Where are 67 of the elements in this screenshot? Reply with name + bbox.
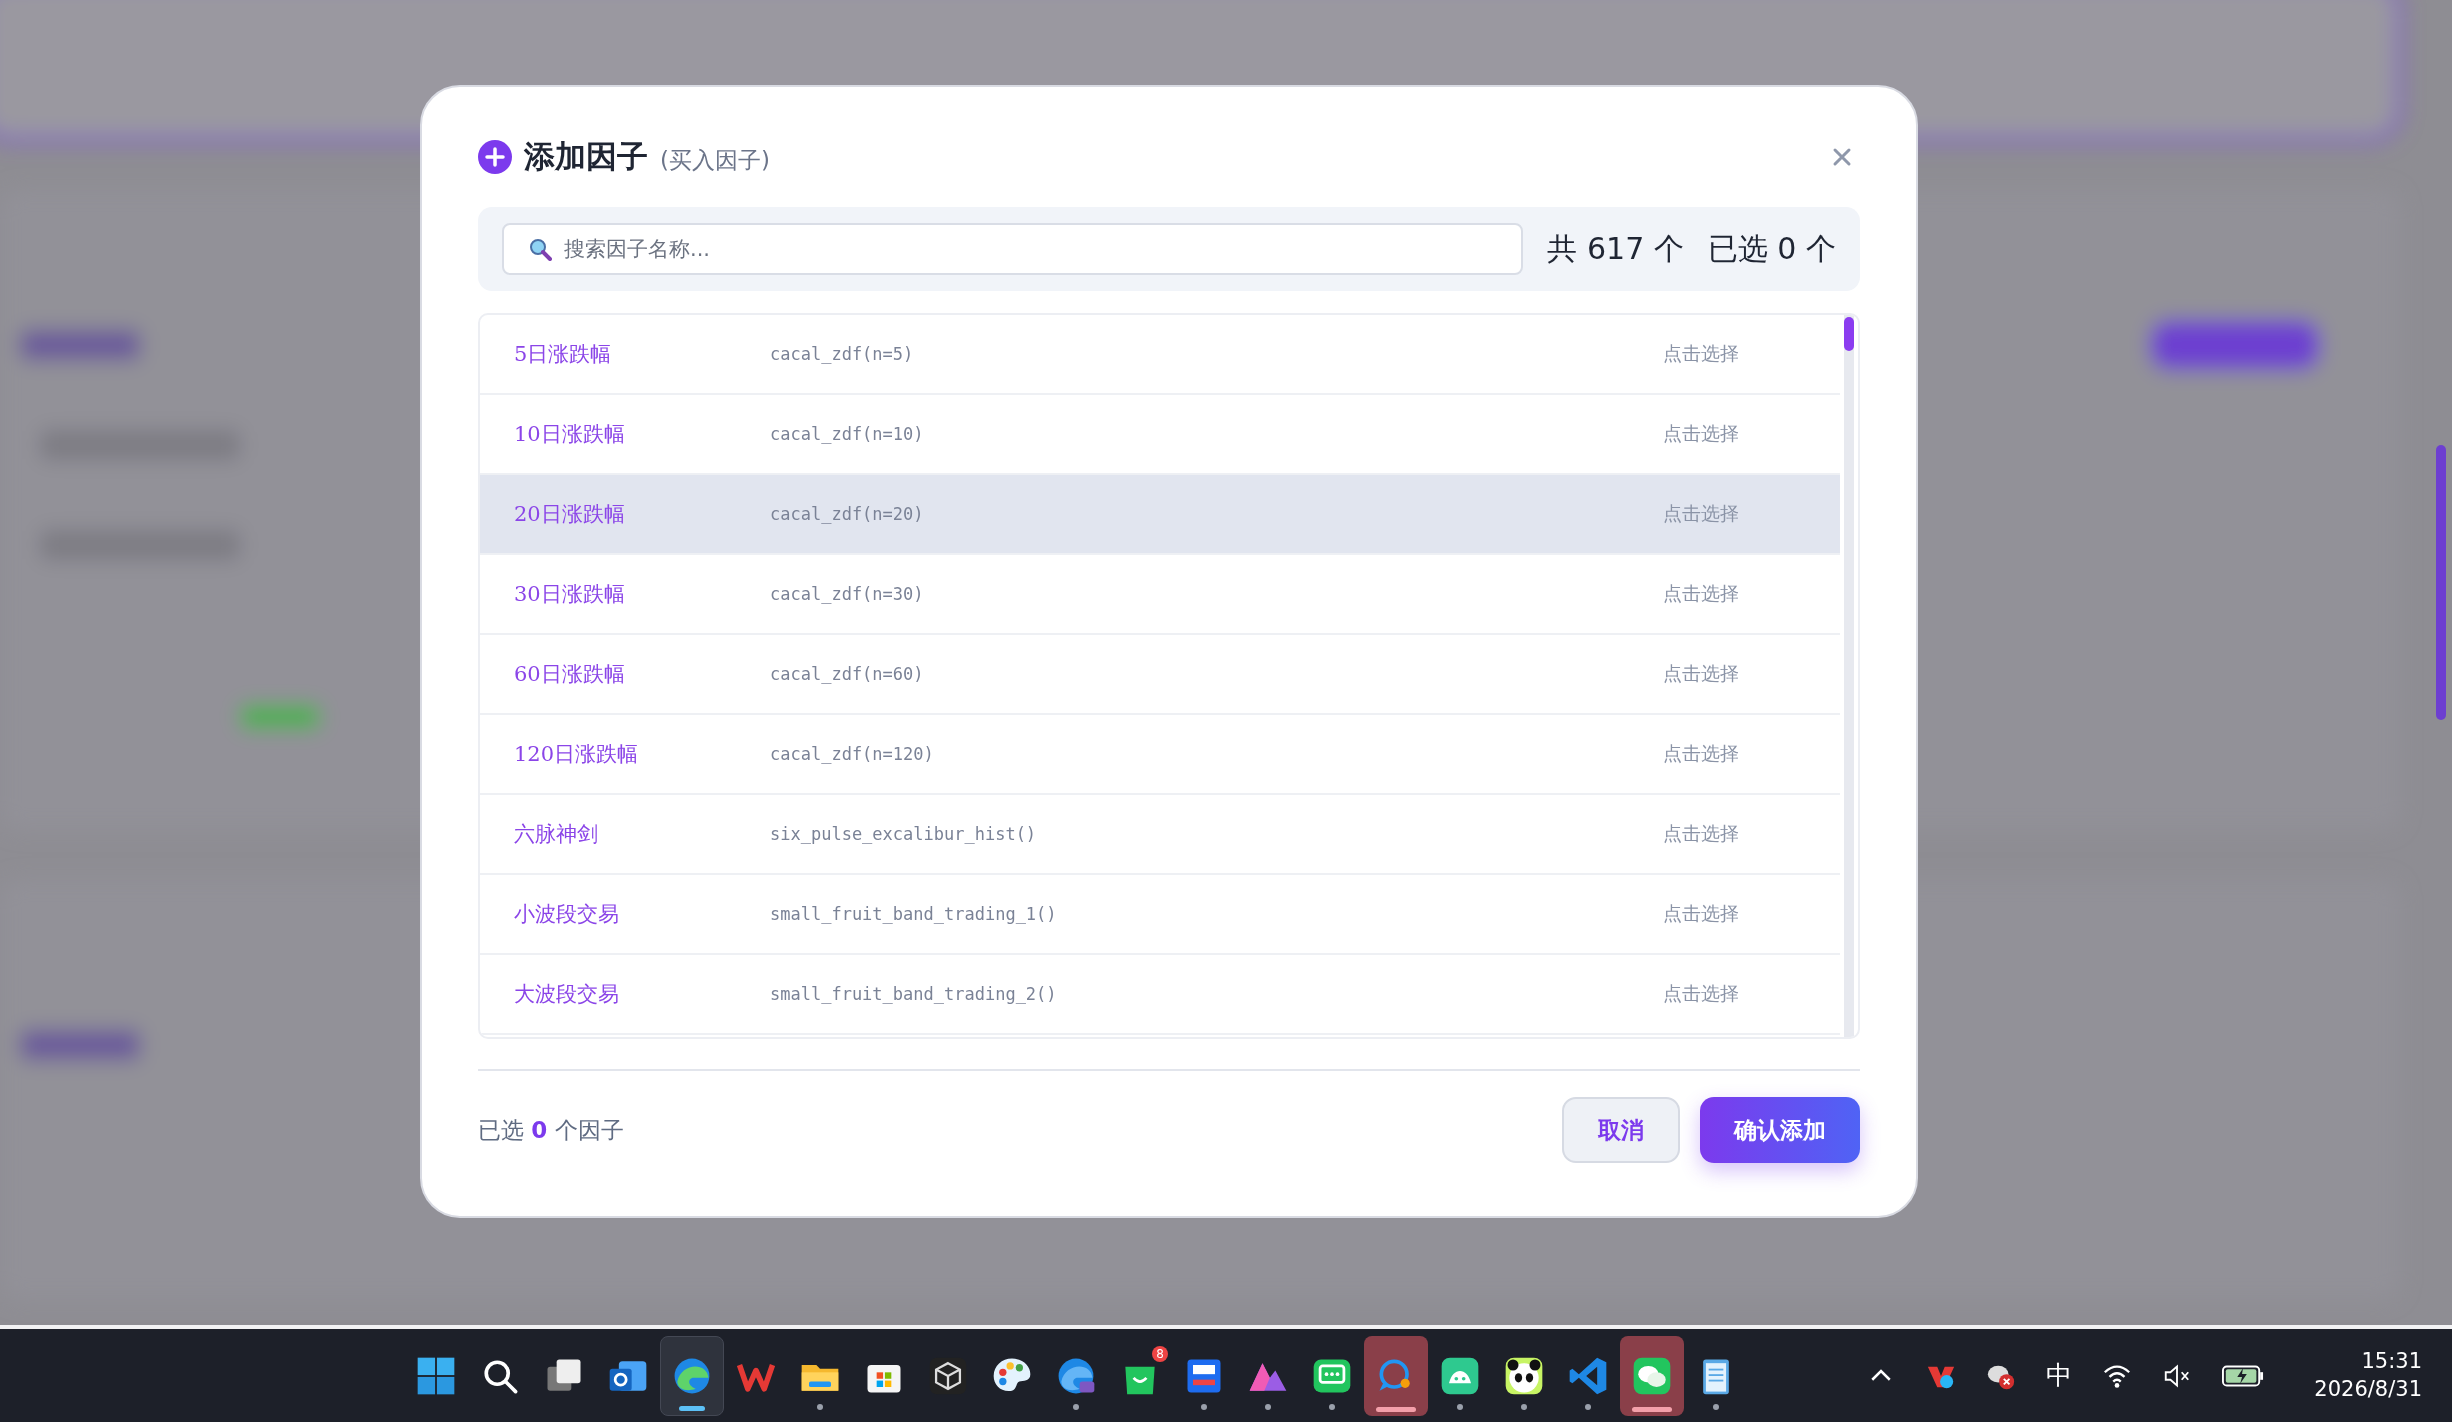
active-indicator	[1632, 1406, 1672, 1412]
running-dot	[1521, 1403, 1527, 1410]
active-indicator	[679, 1405, 705, 1411]
cancel-button[interactable]: 取消	[1562, 1097, 1680, 1163]
factor-code: small_fruit_band_trading_1()	[770, 904, 1058, 924]
factor-code: cacal_zdf(n=5)	[770, 344, 915, 364]
selected-count: 已选 0 个	[1707, 229, 1836, 268]
factor-row[interactable]: 小波段交易 small_fruit_band_trading_1() 点击选择	[480, 875, 1840, 955]
clock[interactable]: 15:31 2026/8/31	[2314, 1348, 2422, 1403]
clock-time: 15:31	[2361, 1348, 2422, 1376]
running-dot	[1073, 1403, 1079, 1410]
plus-icon	[478, 140, 512, 174]
select-link[interactable]: 点击选择	[1663, 741, 1739, 767]
factor-row[interactable]: 大波段交易 small_fruit_band_trading_2() 点击选择	[480, 955, 1840, 1035]
running-dot	[1201, 1403, 1207, 1410]
factor-name: 120日涨跌幅	[514, 741, 640, 768]
close-icon[interactable]	[1832, 147, 1852, 167]
select-link[interactable]: 点击选择	[1663, 821, 1739, 847]
running-dot	[1265, 1403, 1271, 1410]
factor-name: 10日涨跌幅	[514, 421, 626, 448]
factor-name: 大波段交易	[514, 981, 620, 1008]
factor-name: 60日涨跌幅	[514, 661, 626, 688]
total-count: 共 617 个	[1547, 229, 1684, 268]
running-dot	[1585, 1403, 1591, 1410]
scrollbar-thumb[interactable]	[1844, 317, 1854, 351]
select-link[interactable]: 点击选择	[1663, 661, 1739, 687]
factor-row[interactable]: 六脉神剑 six_pulse_excalibur_hist() 点击选择	[480, 795, 1840, 875]
factor-row[interactable]: 120日涨跌幅 cacal_zdf(n=120) 点击选择	[480, 715, 1840, 795]
running-dot	[1329, 1403, 1335, 1410]
factor-code: cacal_zdf(n=20)	[770, 504, 925, 524]
factor-row[interactable]: 30日涨跌幅 cacal_zdf(n=30) 点击选择	[480, 555, 1840, 635]
factor-name: 小波段交易	[514, 901, 620, 928]
factor-row[interactable]: 20日涨跌幅 cacal_zdf(n=20) 点击选择	[480, 475, 1840, 555]
dialog-title: 添加因子	[524, 137, 648, 176]
select-link[interactable]: 点击选择	[1663, 581, 1739, 607]
factor-name: 20日涨跌幅	[514, 501, 626, 528]
taskbar-app[interactable]	[1620, 1335, 1684, 1416]
factor-code: small_fruit_band_trading_2()	[770, 984, 1058, 1004]
battery-icon[interactable]	[2222, 1363, 2265, 1388]
dialog-subtitle: (买入因子)	[660, 145, 770, 175]
running-dot	[1457, 1403, 1463, 1410]
taskbar-app[interactable]	[660, 1335, 724, 1416]
running-dot	[1713, 1403, 1719, 1410]
running-dot	[817, 1403, 823, 1410]
select-link[interactable]: 点击选择	[1663, 901, 1739, 927]
factor-code: six_pulse_excalibur_hist()	[770, 824, 1038, 844]
factor-row[interactable]: 5日涨跌幅 cacal_zdf(n=5) 点击选择	[480, 315, 1840, 395]
confirm-button[interactable]: 确认添加	[1700, 1097, 1860, 1163]
factor-name: 30日涨跌幅	[514, 581, 626, 608]
active-indicator	[1376, 1406, 1416, 1412]
factor-name: 5日涨跌幅	[514, 341, 613, 368]
input-method-indicator[interactable]: 中	[2046, 1358, 2073, 1393]
factor-code: cacal_zdf(n=120)	[770, 744, 935, 764]
search-field[interactable]: 搜索因子名称...	[502, 223, 1524, 275]
notification-badge: 8	[1152, 1345, 1168, 1362]
taskbar-app[interactable]: 8	[1108, 1335, 1172, 1416]
select-link[interactable]: 点击选择	[1663, 421, 1739, 447]
factor-code: cacal_zdf(n=30)	[770, 584, 925, 604]
factor-code: cacal_zdf(n=10)	[770, 424, 925, 444]
selection-summary: 已选 0 个因子	[478, 1115, 624, 1145]
taskbar-app[interactable]	[1364, 1335, 1428, 1416]
clock-date: 2026/8/31	[2314, 1375, 2422, 1403]
select-link[interactable]: 点击选择	[1663, 981, 1739, 1007]
factor-row[interactable]: 60日涨跌幅 cacal_zdf(n=60) 点击选择	[480, 635, 1840, 715]
select-link[interactable]: 点击选择	[1663, 341, 1739, 367]
factor-name: 六脉神剑	[514, 821, 599, 848]
factor-code: cacal_zdf(n=60)	[770, 664, 925, 684]
